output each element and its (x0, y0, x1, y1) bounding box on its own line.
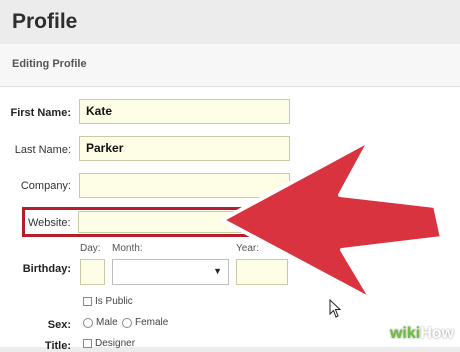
watermark-wiki: wiki (389, 325, 421, 342)
red-arrow-icon (220, 138, 444, 302)
profile-page: Profile Editing Profile First Name: Kate… (0, 0, 460, 352)
watermark-how: How (420, 325, 454, 342)
wikihow-watermark: wikiHow (390, 325, 454, 343)
